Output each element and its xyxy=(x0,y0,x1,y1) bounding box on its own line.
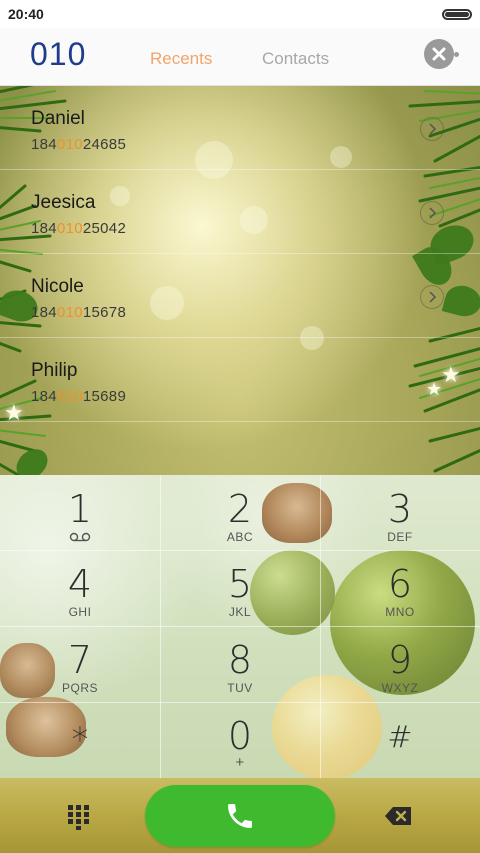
contact-detail-button[interactable] xyxy=(420,285,444,309)
key-8[interactable]: 8 TUV xyxy=(160,626,320,701)
contact-name: Daniel xyxy=(31,108,85,129)
contact-name: Jeesica xyxy=(31,192,96,213)
number-match: 010 xyxy=(56,136,83,153)
contact-row-philip[interactable]: Philip 18401015689 xyxy=(0,338,480,422)
key-letters: ABC xyxy=(226,530,254,544)
key-letters: + xyxy=(235,754,245,771)
close-circle-icon xyxy=(424,39,454,69)
key-star[interactable]: * xyxy=(0,702,160,777)
contact-row-nicole[interactable]: Nicole 18401015678 xyxy=(0,254,480,338)
key-letters: WXYZ xyxy=(381,681,419,695)
contact-number: 18401015678 xyxy=(31,304,126,321)
key-digit: 3 xyxy=(387,487,413,531)
key-digit: 0 xyxy=(227,714,253,758)
contact-list: ★ ★ ★ Daniel 18401024685 Jeesica 1840102… xyxy=(0,86,480,475)
dialpad-toggle-button[interactable] xyxy=(62,802,96,830)
contact-row-jeesica[interactable]: Jeesica 18401025042 xyxy=(0,170,480,254)
number-suffix: 24685 xyxy=(82,136,127,153)
contact-detail-button[interactable] xyxy=(420,117,444,141)
key-letters: GHI xyxy=(68,605,92,619)
contact-number: 18401015689 xyxy=(31,388,126,405)
contact-number: 18401025042 xyxy=(31,220,126,237)
battery-icon xyxy=(442,9,472,20)
key-digit: 1 xyxy=(67,487,93,531)
tab-recents[interactable]: Recents xyxy=(150,49,212,69)
number-match: 010 xyxy=(56,388,83,405)
number-prefix: 184 xyxy=(31,388,57,405)
key-2[interactable]: 2 ABC xyxy=(160,475,320,550)
key-digit: 7 xyxy=(67,638,93,682)
dialed-number: 010 xyxy=(30,36,87,72)
number-suffix: 25042 xyxy=(82,220,127,237)
key-letters: DEF xyxy=(387,530,413,544)
contact-row-daniel[interactable]: Daniel 18401024685 xyxy=(0,86,480,170)
key-5[interactable]: 5 JKL xyxy=(160,550,320,625)
key-digit: 8 xyxy=(227,638,253,682)
key-7[interactable]: 7 PQRS xyxy=(0,626,160,701)
number-prefix: 184 xyxy=(31,136,57,153)
dialpad-icon xyxy=(68,805,89,830)
key-4[interactable]: 4 GHI xyxy=(0,550,160,625)
backspace-icon xyxy=(385,807,411,825)
action-bar xyxy=(0,778,480,853)
key-letters: JKL xyxy=(228,605,252,619)
key-0[interactable]: 0 + xyxy=(160,702,320,777)
key-1[interactable]: 1 xyxy=(0,475,160,550)
number-suffix: 15689 xyxy=(82,388,127,405)
chevron-right-icon xyxy=(429,123,437,135)
key-digit: 4 xyxy=(67,562,93,606)
voicemail-icon xyxy=(69,532,91,542)
key-digit: 5 xyxy=(227,562,253,606)
tab-contacts[interactable]: Contacts xyxy=(262,49,329,69)
key-digit: 9 xyxy=(387,638,413,682)
number-prefix: 184 xyxy=(31,220,57,237)
contact-number: 18401024685 xyxy=(31,136,126,153)
status-bar: 20:40 xyxy=(0,0,480,28)
key-letters: TUV xyxy=(227,681,253,695)
chevron-right-icon xyxy=(429,207,437,219)
number-match: 010 xyxy=(56,304,83,321)
number-match: 010 xyxy=(56,220,83,237)
number-suffix: 15678 xyxy=(82,304,127,321)
key-grid: 1 2 ABC 3 DEF 4 GHI 5 JKL 6 MNO 7 PQRS 8 xyxy=(0,475,480,778)
key-letters: MNO xyxy=(385,605,415,619)
call-button[interactable] xyxy=(145,785,335,847)
phone-icon xyxy=(228,804,252,828)
key-letters: PQRS xyxy=(61,681,98,695)
status-time: 20:40 xyxy=(8,6,44,22)
key-digit: 2 xyxy=(227,487,253,531)
key-digit: * xyxy=(71,720,89,760)
chevron-right-icon xyxy=(429,291,437,303)
key-digit: # xyxy=(387,720,413,755)
contact-detail-button[interactable] xyxy=(420,201,444,225)
backspace-button[interactable] xyxy=(384,804,414,828)
contact-name: Philip xyxy=(31,360,78,381)
number-prefix: 184 xyxy=(31,304,57,321)
key-digit: 6 xyxy=(387,562,413,606)
key-6[interactable]: 6 MNO xyxy=(320,550,480,625)
clear-button[interactable] xyxy=(424,39,460,75)
key-9[interactable]: 9 WXYZ xyxy=(320,626,480,701)
dial-keypad: 1 2 ABC 3 DEF 4 GHI 5 JKL 6 MNO 7 PQRS 8 xyxy=(0,475,480,778)
dialer-header: 010 Recents Contacts xyxy=(0,28,480,86)
key-3[interactable]: 3 DEF xyxy=(320,475,480,550)
clear-dot xyxy=(454,52,459,57)
contact-name: Nicole xyxy=(31,276,84,297)
key-hash[interactable]: # xyxy=(320,702,480,777)
